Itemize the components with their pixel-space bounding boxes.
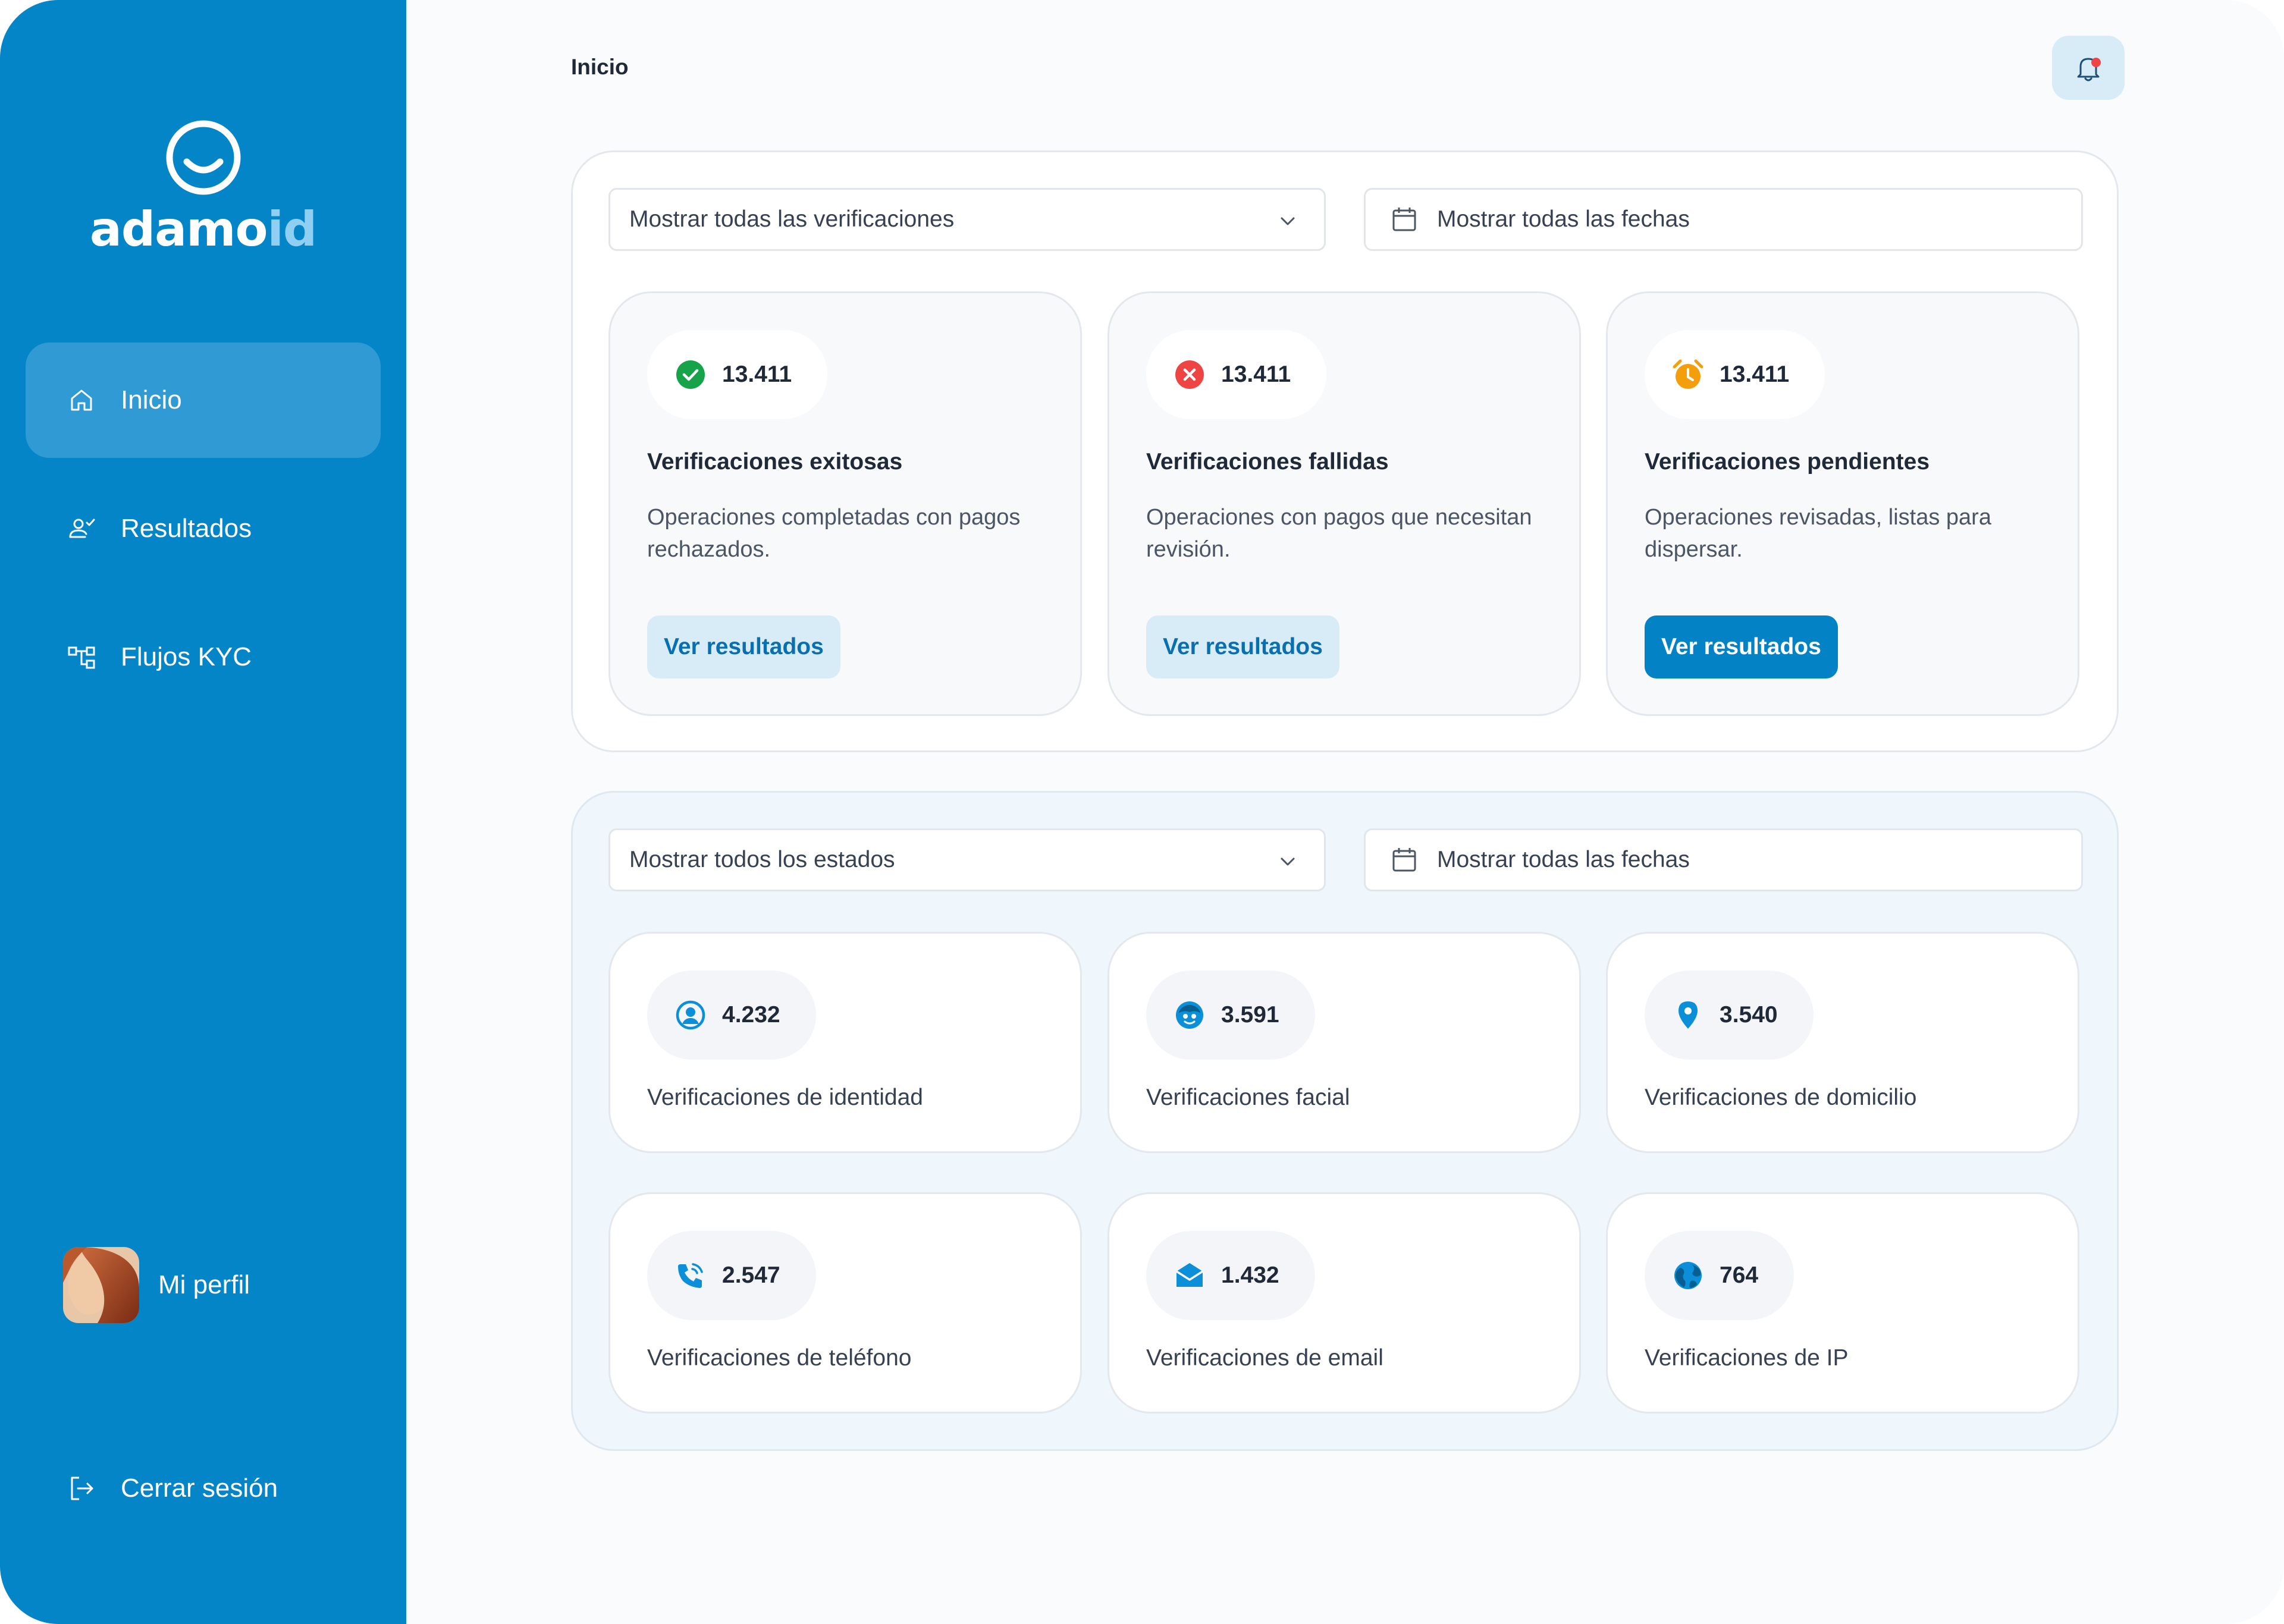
date-filter-input[interactable]: Mostrar todas las fechas <box>1364 188 2083 251</box>
stat-label: Verificaciones de identidad <box>647 1085 923 1110</box>
sidebar-item-flujos-kyc[interactable]: Flujos KYC <box>26 599 381 715</box>
card-identity-verifications[interactable]: 4.232 Verificaciones de identidad <box>608 932 1082 1153</box>
view-results-button[interactable]: Ver resultados <box>1146 615 1339 679</box>
verification-types-panel: Mostrar todos los estados Mostrar todas … <box>571 791 2119 1451</box>
sidebar-item-inicio[interactable]: Inicio <box>26 343 381 458</box>
count-value: 2.547 <box>722 1262 780 1288</box>
card-successful-verifications: 13.411 Verificaciones exitosas Operacion… <box>608 291 1082 716</box>
location-pin-icon <box>1679 1001 1698 1029</box>
card-title: Verificaciones exitosas <box>647 449 903 475</box>
card-description: Operaciones con pagos que necesitan revi… <box>1146 505 1532 562</box>
sidebar-item-resultados[interactable]: Resultados <box>26 471 381 586</box>
bell-icon <box>2077 58 2101 81</box>
chevron-down-icon <box>1281 857 1295 866</box>
brand-name: adamoid <box>0 203 406 256</box>
count-value: 3.591 <box>1221 1002 1279 1028</box>
card-email-verifications[interactable]: 1.432 Verificaciones de email <box>1108 1192 1581 1413</box>
page-title: Inicio <box>571 55 629 79</box>
count-badge: 764 <box>1645 1231 1794 1320</box>
sidebar-item-label: Flujos KYC <box>121 642 252 671</box>
card-failed-verifications: 13.411 Verificaciones fallidas Operacion… <box>1108 291 1581 716</box>
notifications-button[interactable] <box>2052 36 2125 100</box>
count-value: 4.232 <box>722 1002 780 1028</box>
card-title: Verificaciones pendientes <box>1645 449 1930 475</box>
card-facial-verifications[interactable]: 3.591 Verificaciones facial <box>1108 932 1581 1153</box>
card-pending-verifications: 13.411 Verificaciones pendientes Operaci… <box>1606 291 2079 716</box>
count-badge: 1.432 <box>1146 1231 1315 1320</box>
brand-name-main: adamo <box>89 202 268 257</box>
flow-icon <box>68 646 95 669</box>
count-badge: 13.411 <box>1146 330 1327 419</box>
card-address-verifications[interactable]: 3.540 Verificaciones de domicilio <box>1606 932 2079 1153</box>
calendar-icon <box>1392 848 1416 872</box>
brand-name-suffix: id <box>267 202 317 257</box>
mail-icon <box>1176 1263 1203 1287</box>
alarm-clock-icon <box>1673 359 1703 389</box>
chevron-down-icon <box>1281 217 1295 225</box>
notification-dot <box>2091 58 2101 67</box>
card-title: Verificaciones fallidas <box>1146 449 1389 475</box>
count-badge: 13.411 <box>1645 330 1825 419</box>
verification-filter-select[interactable]: Mostrar todas las verificaciones <box>608 188 1326 251</box>
count-badge: 4.232 <box>647 970 816 1060</box>
card-description: Operaciones revisadas, listas para dispe… <box>1645 505 1991 562</box>
avatar <box>63 1247 139 1323</box>
calendar-icon <box>1392 208 1416 231</box>
user-check-icon <box>69 519 95 538</box>
phone-icon <box>678 1263 703 1288</box>
globe-icon <box>1674 1262 1702 1289</box>
count-badge: 13.411 <box>647 330 828 419</box>
brand-logo: adamoid <box>0 119 406 256</box>
count-badge: 3.540 <box>1645 970 1814 1060</box>
logout-button[interactable]: Cerrar sesión <box>67 1474 278 1503</box>
date-filter-input[interactable]: Mostrar todas las fechas <box>1364 828 2083 891</box>
x-circle-icon <box>1175 360 1204 389</box>
check-circle-icon <box>676 360 705 389</box>
app-window: adamoid Inicio Resultados Flujos KYC Mi … <box>0 0 2284 1624</box>
card-phone-verifications[interactable]: 2.547 Verificaciones de teléfono <box>608 1192 1082 1413</box>
user-circle-icon <box>676 1000 705 1030</box>
verification-status-panel: Mostrar todas las verificaciones Mostrar… <box>571 150 2119 752</box>
logout-icon <box>71 1477 93 1500</box>
profile-link[interactable]: Mi perfil <box>63 1247 250 1323</box>
stat-label: Verificaciones de email <box>1146 1345 1383 1371</box>
view-results-button[interactable]: Ver resultados <box>1645 615 1838 679</box>
select-value: Mostrar todos los estados <box>629 847 895 872</box>
count-value: 3.540 <box>1720 1002 1778 1028</box>
sidebar: adamoid Inicio Resultados Flujos KYC Mi … <box>0 0 406 1624</box>
view-results-button[interactable]: Ver resultados <box>647 615 840 679</box>
count-value: 13.411 <box>1720 362 1790 387</box>
card-ip-verifications[interactable]: 764 Verificaciones de IP <box>1606 1192 2079 1413</box>
stat-label: Verificaciones de domicilio <box>1645 1085 1917 1110</box>
card-description: Operaciones completadas con pagos rechaz… <box>647 505 1021 562</box>
count-badge: 2.547 <box>647 1231 816 1320</box>
count-value: 13.411 <box>1221 362 1291 387</box>
smile-logo-icon <box>166 120 240 195</box>
home-icon <box>71 389 92 411</box>
date-value: Mostrar todas las fechas <box>1437 206 1690 232</box>
count-value: 764 <box>1720 1262 1759 1288</box>
profile-label: Mi perfil <box>158 1270 250 1299</box>
face-icon <box>1176 1001 1203 1029</box>
stat-label: Verificaciones de teléfono <box>647 1345 912 1371</box>
stat-label: Verificaciones de IP <box>1645 1345 1849 1371</box>
count-value: 13.411 <box>722 362 792 387</box>
stat-label: Verificaciones facial <box>1146 1085 1350 1110</box>
select-value: Mostrar todas las verificaciones <box>629 206 955 232</box>
sidebar-item-label: Inicio <box>121 385 182 414</box>
count-badge: 3.591 <box>1146 970 1315 1060</box>
state-filter-select[interactable]: Mostrar todos los estados <box>608 828 1326 891</box>
logout-label: Cerrar sesión <box>121 1474 278 1503</box>
count-value: 1.432 <box>1221 1262 1279 1288</box>
date-value: Mostrar todas las fechas <box>1437 847 1690 872</box>
sidebar-item-label: Resultados <box>121 514 252 543</box>
avatar-photo <box>63 1247 139 1323</box>
